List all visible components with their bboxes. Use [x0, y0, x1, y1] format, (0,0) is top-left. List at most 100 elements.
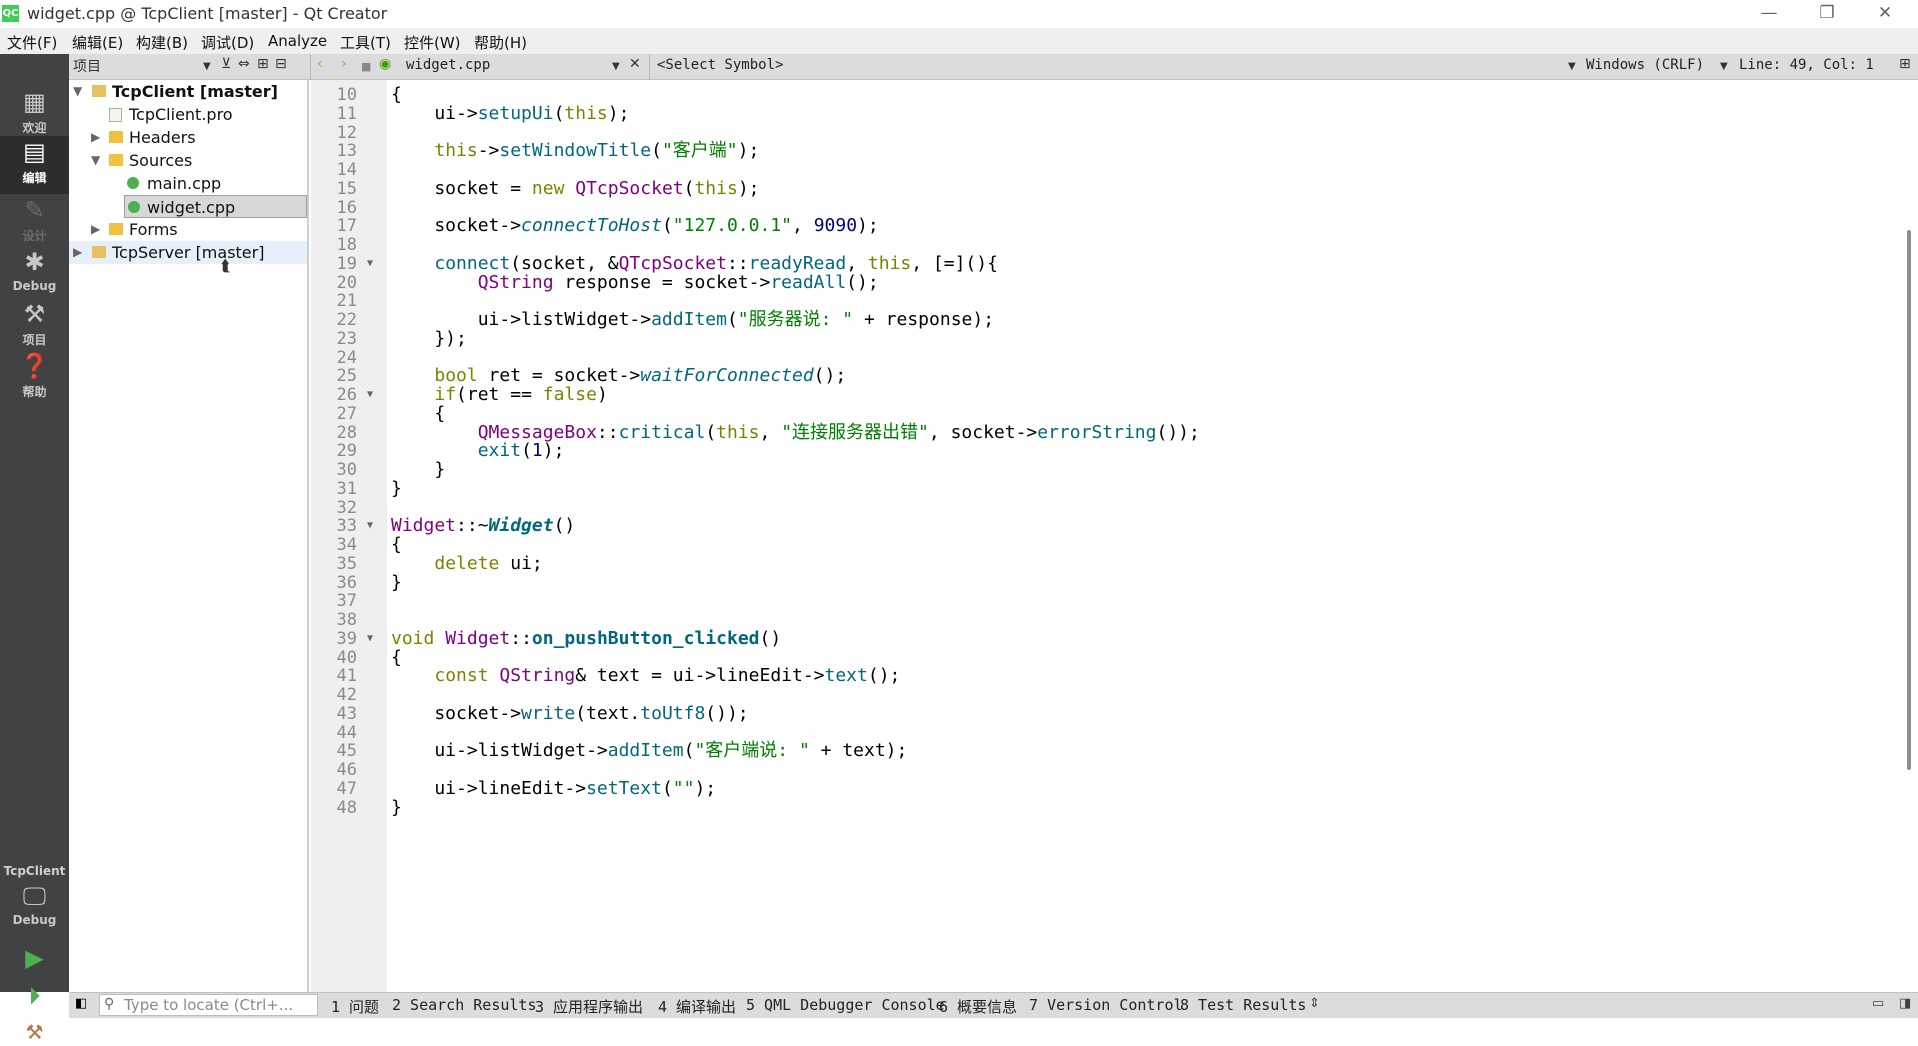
symbol-selector[interactable]: <Select Symbol> [657, 57, 783, 73]
pane-tab-compile-output[interactable]: 4 编译输出 [658, 996, 736, 1017]
pane-tab-general-messages[interactable]: 6 概要信息 [939, 996, 1017, 1017]
hammer-icon: ⚒ [25, 1020, 44, 1044]
close-panel-icon[interactable]: ⊟ [275, 56, 287, 72]
mode-design[interactable]: ✎ 设计 [0, 196, 69, 246]
close-icon[interactable]: ✕ [1862, 0, 1908, 28]
toggle-output-pane-icon[interactable]: ◨ [1899, 996, 1911, 1011]
help-icon: ❓ [19, 352, 50, 380]
cursor-position[interactable]: Line: 49, Col: 1 [1739, 57, 1874, 73]
menu-tools[interactable]: 工具(T) [340, 32, 391, 53]
menu-build[interactable]: 构建(B) [136, 32, 188, 53]
tree-item-tcpserver[interactable]: ▶ TcpServer [master] [69, 241, 307, 264]
collapsed-arrow-icon[interactable]: ▶ [91, 126, 100, 149]
code-text: } [391, 797, 402, 819]
debug-run-button[interactable]: ⏵ [0, 982, 69, 1012]
grid-icon: ▦ [23, 88, 46, 116]
project-folder-icon [92, 85, 106, 97]
run-button[interactable]: ▶ [0, 944, 69, 974]
split-icon[interactable]: ⊞ [257, 56, 269, 72]
pane-tab-test-results[interactable]: 8 Test Results [1180, 996, 1306, 1014]
vertical-scrollbar[interactable] [1907, 230, 1911, 770]
mode-welcome[interactable]: ▦ 欢迎 [0, 88, 69, 142]
mouse-cursor-icon: ⮬ [221, 256, 231, 275]
tree-item-label: Sources [129, 151, 193, 170]
back-icon[interactable]: ‹ [317, 56, 323, 72]
menu-edit[interactable]: 编辑(E) [72, 32, 123, 53]
progress-toggle-icon[interactable]: ▭ [1872, 996, 1884, 1011]
file-dropdown-icon[interactable]: ▼ [612, 61, 620, 72]
code-line[interactable]: 48} [311, 797, 1901, 819]
divider [649, 54, 650, 80]
code-editor[interactable]: 10{11 ui->setupUi(this); 12 13 this->setWi… [311, 80, 1918, 992]
tree-item-forms[interactable]: ▶ Forms [69, 218, 307, 241]
lock-icon: ■ [361, 60, 372, 73]
cpp-file-icon [128, 201, 140, 213]
kit-project-name: TcpClient [3, 864, 66, 878]
filter-icon[interactable]: ⊻ [221, 56, 231, 72]
edit-icon: ▤ [23, 138, 46, 166]
toggle-sidebar-icon[interactable]: ◧ [75, 996, 87, 1011]
menu-widgets[interactable]: 控件(W) [404, 32, 461, 53]
editor-toolbar: 项目 ▼ ⊻ ⇔ ⊞ ⊟ ‹ › ■ ◉ widget.cpp ▼ ✕ <Sel… [69, 54, 1918, 80]
tree-item-main-cpp[interactable]: main.cpp [69, 172, 307, 195]
panel-dropdown-icon[interactable]: ▼ [203, 61, 211, 72]
close-file-icon[interactable]: ✕ [629, 56, 641, 72]
mode-edit[interactable]: ▤ 编辑 [0, 136, 69, 194]
menu-analyze[interactable]: Analyze [268, 32, 327, 50]
build-button[interactable]: ⚒ [0, 1018, 69, 1046]
tree-item-label: main.cpp [147, 174, 222, 193]
project-tree: ▼ TcpClient [master] TcpClient.pro ▶ Hea… [69, 80, 309, 992]
split-editor-icon[interactable]: ⊞ [1899, 56, 1911, 72]
tree-item-label: Headers [129, 128, 196, 147]
encoding-dropdown-icon[interactable]: ▼ [1720, 61, 1728, 72]
tree-item-headers[interactable]: ▶ Headers [69, 126, 307, 149]
run-icon: ▶ [25, 944, 44, 972]
tree-item-label: Forms [129, 220, 178, 239]
locator-input[interactable]: ⚲ Type to locate (Ctrl+... [99, 994, 318, 1016]
collapsed-arrow-icon[interactable]: ▶ [73, 241, 82, 264]
tree-item-sources[interactable]: ▼ Sources [69, 149, 307, 172]
kit-selector[interactable]: 🖵 Debug [0, 882, 69, 932]
code-token: } [391, 796, 402, 818]
debug-run-icon: ⏵ [28, 982, 41, 1010]
mode-sidebar: ▦ 欢迎 ▤ 编辑 ✎ 设计 ✱ Debug ⚒ 项目 ❓ 帮助 TcpClie… [0, 54, 69, 1044]
more-tabs-icon[interactable]: ⇕ [1309, 996, 1320, 1011]
expanded-arrow-icon[interactable]: ▼ [73, 80, 82, 103]
tree-item-label: TcpServer [master] [112, 243, 265, 262]
pane-tab-qml-console[interactable]: 5 QML Debugger Console [746, 996, 945, 1014]
menu-bar: 文件(F) 编辑(E) 构建(B) 调试(D) Analyze 工具(T) 控件… [0, 28, 1918, 54]
mode-label: 帮助 [22, 385, 47, 399]
restore-icon[interactable]: ❐ [1804, 0, 1850, 28]
tree-item-tcpclient[interactable]: ▼ TcpClient [master] [69, 80, 307, 103]
mode-projects[interactable]: ⚒ 项目 [0, 300, 69, 350]
mode-debug[interactable]: ✱ Debug [0, 248, 69, 298]
project-folder-icon [92, 246, 106, 258]
mode-label: Debug [12, 279, 57, 293]
menu-debug[interactable]: 调试(D) [201, 32, 254, 53]
tree-item-label: TcpClient [master] [112, 82, 278, 101]
symbol-dropdown-icon[interactable]: ▼ [1568, 61, 1576, 72]
tree-item-label: TcpClient.pro [129, 105, 233, 124]
line-ending-selector[interactable]: Windows (CRLF) [1586, 57, 1704, 73]
folder-icon [109, 131, 123, 143]
divider [310, 54, 311, 80]
open-file-name[interactable]: widget.cpp [406, 57, 490, 73]
pane-tab-issues[interactable]: 1 问题 [331, 996, 379, 1017]
menu-help[interactable]: 帮助(H) [474, 32, 527, 53]
forward-icon[interactable]: › [341, 56, 347, 72]
tree-item-widget-cpp[interactable]: widget.cpp [124, 195, 307, 218]
mode-label: 欢迎 [22, 121, 47, 135]
minimize-icon[interactable]: — [1746, 0, 1792, 28]
search-icon: ⚲ [104, 996, 115, 1012]
pane-tab-version-control[interactable]: 7 Version Control [1029, 996, 1183, 1014]
pane-tab-app-output[interactable]: 3 应用程序输出 [535, 996, 643, 1017]
tree-item-tcpclient-pro[interactable]: TcpClient.pro [69, 103, 307, 126]
pane-tab-search[interactable]: 2 Search Results [392, 996, 537, 1014]
wrench-icon: ⚒ [23, 300, 46, 328]
collapsed-arrow-icon[interactable]: ▶ [91, 218, 100, 241]
expanded-arrow-icon[interactable]: ▼ [91, 149, 100, 172]
pencil-icon: ✎ [24, 196, 45, 224]
mode-help[interactable]: ❓ 帮助 [0, 352, 69, 402]
menu-file[interactable]: 文件(F) [7, 32, 57, 53]
link-icon[interactable]: ⇔ [238, 56, 250, 72]
